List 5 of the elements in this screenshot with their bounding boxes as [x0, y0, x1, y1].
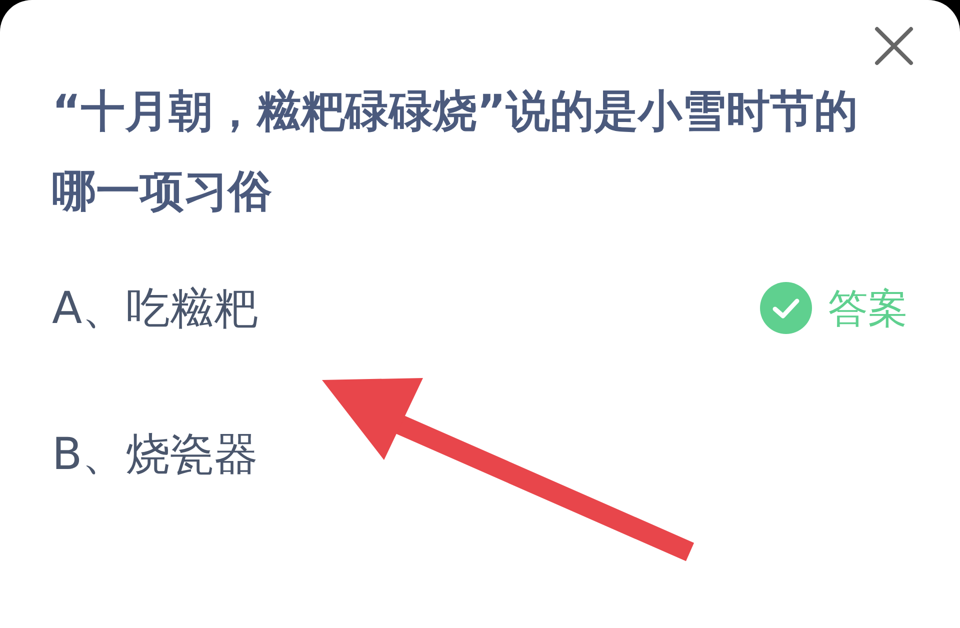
option-text[interactable]: B、烧瓷器	[52, 424, 258, 484]
question-text: “十月朝，糍粑碌碌烧”说的是小雪时节的哪一项习俗	[52, 85, 859, 219]
option-text[interactable]: A、吃糍粑	[52, 278, 258, 338]
answer-label: 答案	[828, 284, 908, 334]
close-icon[interactable]	[874, 26, 914, 66]
